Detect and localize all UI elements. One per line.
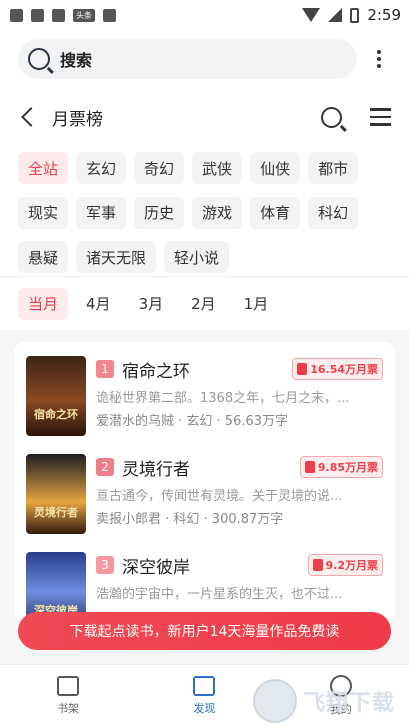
- download-banner[interactable]: 下载起点读书，新用户14天海量作品免费读: [18, 612, 391, 650]
- rank-badge: 2: [96, 458, 114, 476]
- ticket-badge: 16.54万月票: [292, 358, 383, 380]
- discover-icon: [193, 676, 216, 696]
- book-icon: [57, 676, 80, 696]
- ticket-count: 16.54万月票: [310, 363, 378, 376]
- top-search-bar: 搜索: [0, 30, 409, 88]
- search-label: 搜索: [60, 51, 93, 70]
- book-desc: 诡秘世界第二部。1368之年，七月之末，...: [96, 391, 350, 406]
- category-chip[interactable]: 全站: [18, 152, 69, 184]
- status-time: 2:59: [367, 6, 401, 24]
- ticket-icon: [297, 363, 308, 375]
- tab-label: 书架: [57, 702, 80, 715]
- book-ranking-list: 宿命之环 1 宿命之环 16.54万月票 诡秘世界第二部。1368之年，七月之末…: [14, 342, 395, 622]
- gallery-icon: [31, 8, 44, 22]
- book-title[interactable]: 灵境行者: [122, 455, 300, 480]
- category-chip[interactable]: 都市: [308, 152, 359, 184]
- page-header: 月票榜: [0, 88, 409, 146]
- header-search-icon[interactable]: [321, 106, 342, 128]
- list-item[interactable]: 宿命之环 1 宿命之环 16.54万月票 诡秘世界第二部。1368之年，七月之末…: [14, 342, 395, 440]
- month-tab[interactable]: 1月: [234, 288, 279, 320]
- category-chip[interactable]: 体育: [250, 196, 301, 229]
- search-input[interactable]: 搜索: [18, 39, 357, 79]
- book-meta: 爱潜水的乌贼 · 玄幻 · 56.63万字: [96, 414, 289, 429]
- back-icon[interactable]: [21, 107, 41, 127]
- menu-icon[interactable]: [370, 108, 391, 126]
- page-title: 月票榜: [52, 109, 103, 130]
- ticket-icon: [304, 461, 315, 473]
- watermark-logo-icon: [253, 679, 297, 723]
- ticket-icon: [312, 559, 323, 571]
- category-chip[interactable]: 诸天无限: [76, 241, 157, 274]
- book-desc: 亘古通今，传闻世有灵境。关于灵境的说...: [96, 489, 343, 504]
- category-chip[interactable]: 科幻: [308, 196, 359, 229]
- category-chip[interactable]: 武侠: [192, 152, 243, 184]
- list-item[interactable]: 灵境行者 2 灵境行者 9.85万月票 亘古通今，传闻世有灵境。关于灵境的说..…: [14, 440, 395, 538]
- category-chips: 全站 玄幻 奇幻 武侠 仙侠 都市 现实 军事 历史 游戏 体育 科幻 悬疑 诸…: [0, 146, 409, 276]
- lock-icon: [52, 8, 65, 22]
- watermark: 飞翔下载: [253, 679, 403, 723]
- battery-icon: [350, 7, 360, 23]
- book-info: 1 宿命之环 16.54万月票 诡秘世界第二部。1368之年，七月之末，... …: [96, 356, 383, 440]
- category-chip[interactable]: 悬疑: [18, 241, 69, 274]
- cover-title: 灵境行者: [34, 506, 78, 519]
- search-icon: [28, 48, 50, 70]
- status-bar: 头条 2:59: [0, 0, 409, 30]
- category-chip[interactable]: 奇幻: [134, 152, 185, 184]
- book-info: 2 灵境行者 9.85万月票 亘古通今，传闻世有灵境。关于灵境的说... 卖报小…: [96, 454, 383, 538]
- ticket-badge: 9.2万月票: [307, 554, 383, 576]
- signal-icon: [328, 8, 343, 22]
- ticket-count: 9.85万月票: [317, 461, 378, 474]
- book-title[interactable]: 深空彼岸: [122, 553, 308, 578]
- category-chip[interactable]: 游戏: [192, 196, 243, 229]
- wifi-icon: [302, 8, 321, 22]
- category-chip[interactable]: 仙侠: [250, 152, 301, 184]
- category-chip[interactable]: 玄幻: [76, 152, 127, 184]
- month-tab[interactable]: 4月: [76, 288, 121, 320]
- book-cover[interactable]: 灵境行者: [26, 454, 86, 534]
- month-tabs: 当月 4月 3月 2月 1月: [0, 276, 409, 330]
- status-icons-right: 2:59: [302, 0, 401, 30]
- toutiao-icon: 头条: [73, 8, 95, 22]
- month-tab[interactable]: 3月: [129, 288, 174, 320]
- toutiao-label: 头条: [76, 10, 92, 20]
- book-desc: 浩瀚的宇宙中，一片星系的生灭，也不过...: [96, 587, 343, 602]
- rank-badge: 1: [96, 360, 114, 378]
- category-chip[interactable]: 轻小说: [164, 241, 230, 274]
- list-item[interactable]: 深空彼岸 3 深空彼岸 9.2万月票 浩瀚的宇宙中，一片星系的生灭，也不过...: [14, 538, 395, 622]
- watermark-text: 飞翔下载: [303, 691, 396, 716]
- notification-icon: [10, 8, 23, 22]
- category-chip[interactable]: 军事: [76, 196, 127, 229]
- category-chip[interactable]: 历史: [134, 196, 185, 229]
- more-options-button[interactable]: [367, 50, 391, 68]
- a-icon: [103, 8, 116, 22]
- banner-text: 下载起点读书，新用户14天海量作品免费读: [69, 624, 340, 640]
- rank-badge: 3: [96, 556, 114, 574]
- ticket-count: 9.2万月票: [325, 559, 379, 572]
- book-meta: 卖报小郎君 · 科幻 · 300.87万字: [96, 512, 284, 527]
- category-chip[interactable]: 现实: [18, 196, 69, 229]
- month-tab[interactable]: 当月: [18, 287, 69, 320]
- month-tab[interactable]: 2月: [181, 288, 226, 320]
- book-cover[interactable]: 宿命之环: [26, 356, 86, 436]
- cover-title: 宿命之环: [34, 408, 78, 421]
- status-icons-left: 头条: [10, 8, 116, 22]
- book-title[interactable]: 宿命之环: [122, 357, 292, 382]
- tab-label: 发现: [193, 702, 216, 715]
- ticket-badge: 9.85万月票: [299, 456, 383, 478]
- tab-bookshelf[interactable]: 书架: [0, 665, 136, 727]
